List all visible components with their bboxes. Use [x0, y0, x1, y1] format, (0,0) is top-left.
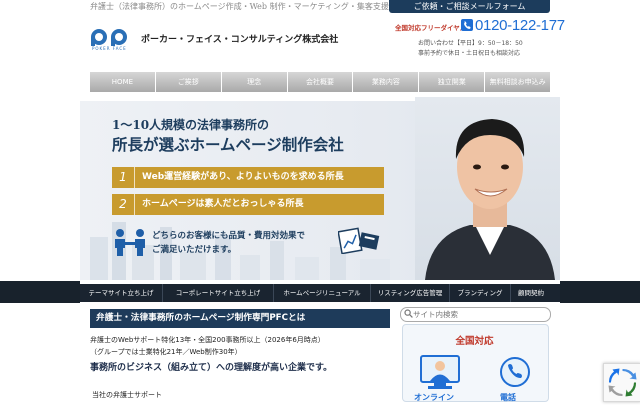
site-tagline: 弁護士（法律事務所）のホームページ作成・Web 制作・マーケティング・集客支援 [90, 2, 389, 11]
point-number: 2 [112, 194, 135, 215]
nav-greeting[interactable]: ご挨拶 [155, 72, 222, 92]
phone-icon [461, 19, 473, 31]
service-nav: テーマサイト立ち上げ コーポレートサイト立ち上げ ホームページリニューアル リス… [80, 284, 560, 302]
intro-line-1: 弁護士のWebサポート特化13年・全国200事務所以上（2026年6月時点） [90, 336, 325, 344]
hero-headline-large: 所長が選ぶホームページ制作会社 [112, 135, 344, 154]
site-search-input[interactable] [413, 307, 543, 321]
intro-line-3: 事務所のビジネス（組み立て）への理解度が高い企業です。 [90, 363, 333, 373]
company-logo[interactable] [90, 28, 134, 46]
nav-company[interactable]: 会社概要 [287, 72, 354, 92]
nav-services[interactable]: 業務内容 [353, 72, 420, 92]
search-icon[interactable] [404, 309, 413, 318]
recaptcha-badge[interactable] [603, 363, 640, 402]
service-nav-corporate-site[interactable]: コーポレートサイト立ち上げ [163, 284, 274, 302]
recaptcha-icon [608, 368, 637, 397]
service-nav-branding[interactable]: ブランディング [450, 284, 511, 302]
nationwide-title: 全国対応 [455, 336, 494, 347]
hero-headline-small: 1～10人規模の法律事務所の [112, 118, 270, 132]
nav-philosophy[interactable]: 理念 [221, 72, 288, 92]
service-nav-theme-site[interactable]: テーマサイト立ち上げ [80, 284, 163, 302]
free-dial-label: 全国対応フリーダイヤル [395, 24, 467, 32]
band-right [560, 281, 640, 303]
contact-form-button[interactable]: ご依頼・ご相談メールフォーム [389, 0, 550, 13]
holiday-note: 事前予約で休日・土日祝日も相談対応 [418, 50, 521, 57]
phone-number[interactable]: 0120-122-177 [475, 17, 565, 34]
nav-independence[interactable]: 独立開業 [419, 72, 486, 92]
point-text: Web運営経験があり、よりよいものを求める所長 [142, 172, 344, 182]
nav-home[interactable]: HOME [90, 72, 156, 92]
telephone-icon [500, 357, 530, 387]
document-chart-icon [338, 227, 380, 254]
phone-label: 電話 [500, 393, 516, 402]
point-text: ホームページは素人だとおっしゃる所長 [142, 199, 304, 209]
online-meeting-icon [420, 355, 460, 389]
service-nav-renewal[interactable]: ホームページリニューアル [274, 284, 371, 302]
service-nav-advisory[interactable]: 顧問契約 [511, 284, 551, 302]
point-number: 1 [112, 167, 135, 188]
hero-point-2: 2 ホームページは素人だとおっしゃる所長 [112, 194, 384, 215]
online-label: オンライン [414, 393, 454, 402]
hero-point-1: 1 Web運営経験があり、よりよいものを求める所長 [112, 167, 384, 188]
global-nav: HOME ご挨拶 理念 会社概要 業務内容 独立開業 無料相談お申込み [90, 72, 551, 92]
nav-free-consultation[interactable]: 無料相談お申込み [485, 72, 551, 92]
consultant-photo [415, 97, 560, 280]
hero-subtext-1: どちらのお客様にも品質・費用対効果で [152, 231, 306, 241]
business-hours: お問い合わせ【平日】9：50－18：50 [418, 40, 523, 47]
service-nav-listing-ads[interactable]: リスティング広告管理 [371, 284, 450, 302]
handshake-people-icon [115, 229, 145, 256]
sub-heading: 当社の弁護士サポート [92, 391, 162, 399]
company-name: ポーカー・フェイス・コンサルティング株式会社 [141, 35, 339, 45]
logo-subtext: POKER FACE [92, 46, 127, 51]
band-left [0, 281, 80, 303]
hero-subtext-2: ご満足いただけます。 [152, 245, 237, 255]
intro-line-2: （グループでは士業特化21年／Web制作30年） [90, 348, 242, 356]
section-title: 弁護士・法律事務所のホームページ制作専門PFCとは [90, 309, 390, 328]
